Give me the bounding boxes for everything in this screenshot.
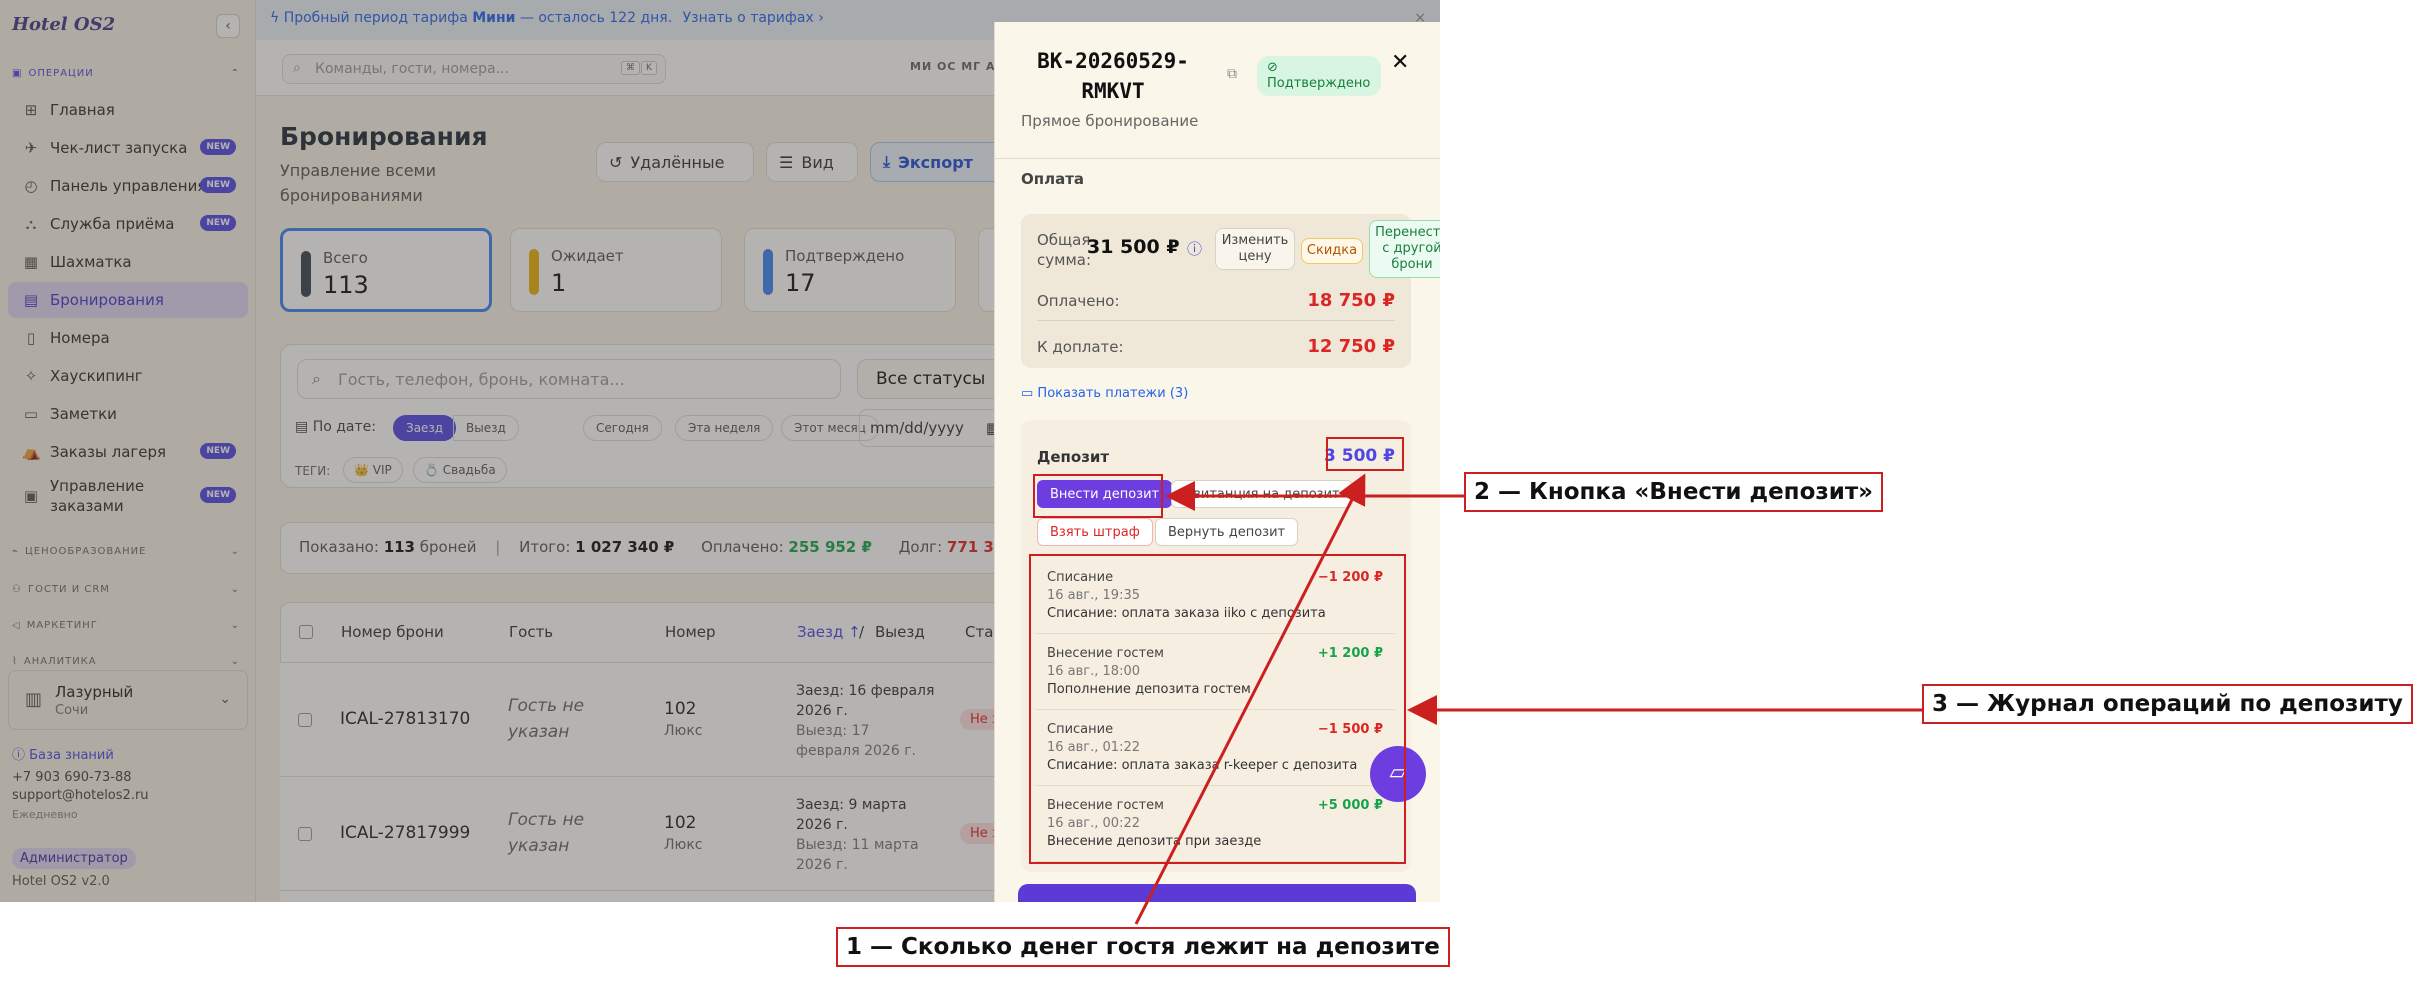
annotation-label-3: 3 — Журнал операций по депозиту (1922, 684, 2413, 724)
annotation-arrows (1134, 473, 1922, 925)
arrow-1 (1134, 473, 1366, 925)
annotation-label-2: 2 — Кнопка «Внести депозит» (1464, 472, 1884, 512)
annotation-label-1: 1 — Сколько денег гостя лежит на депозит… (836, 927, 1450, 967)
